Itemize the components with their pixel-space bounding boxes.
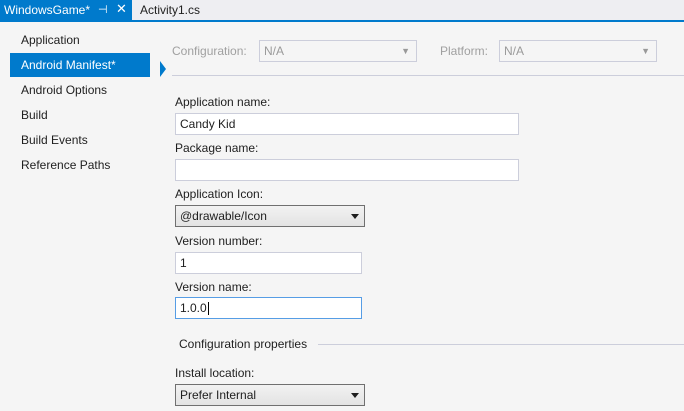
divider <box>172 75 684 76</box>
app-icon-label: Application Icon: <box>175 187 264 201</box>
sidebar-item-build[interactable]: Build <box>10 103 150 127</box>
version-number-input[interactable]: 1 <box>175 252 362 274</box>
sidebar-item-label: Android Options <box>21 83 108 97</box>
text-caret <box>207 302 209 316</box>
install-location-select[interactable]: Prefer Internal <box>175 384 365 406</box>
version-number-label: Version number: <box>175 234 263 248</box>
sidebar-item-label: Android Manifest* <box>21 58 116 72</box>
configuration-label: Configuration: <box>172 44 247 58</box>
platform-label: Platform: <box>440 44 489 58</box>
app-icon-value: @drawable/Icon <box>180 209 267 223</box>
chevron-down-icon <box>351 214 359 219</box>
sidebar-item-reference-paths[interactable]: Reference Paths <box>10 153 150 177</box>
install-location-value: Prefer Internal <box>180 388 257 402</box>
platform-value: N/A <box>504 44 525 58</box>
tab-activity1-label: Activity1.cs <box>140 3 201 17</box>
app-name-value: Candy Kid <box>180 117 236 131</box>
tab-windowsgame-label: WindowsGame* <box>4 3 91 17</box>
app-icon-select[interactable]: @drawable/Icon <box>175 205 365 227</box>
app-name-label: Application name: <box>175 95 271 109</box>
platform-select: N/A ▼ <box>499 40 657 62</box>
tab-activity1[interactable]: Activity1.cs <box>136 0 204 20</box>
selection-arrow-icon <box>160 61 166 77</box>
chevron-down-icon <box>351 393 359 398</box>
pin-icon[interactable]: ⊣ <box>98 3 108 16</box>
version-number-value: 1 <box>180 256 187 270</box>
tab-windowsgame[interactable]: WindowsGame* ⊣ ✕ <box>0 0 132 20</box>
sidebar-item-application[interactable]: Application <box>10 28 150 52</box>
document-tab-strip: WindowsGame* ⊣ ✕ Activity1.cs <box>0 0 684 22</box>
package-name-label: Package name: <box>175 141 259 155</box>
config-properties-title: Configuration properties <box>179 337 308 351</box>
sidebar-item-label: Build Events <box>21 133 88 147</box>
sidebar-item-android-manifest[interactable]: Android Manifest* <box>10 53 166 77</box>
configuration-value: N/A <box>264 44 285 58</box>
sidebar-item-label: Reference Paths <box>21 158 111 172</box>
sidebar-item-label: Build <box>21 108 48 122</box>
configuration-select: N/A ▼ <box>259 40 417 62</box>
close-icon[interactable]: ✕ <box>116 1 127 17</box>
app-name-input[interactable]: Candy Kid <box>175 113 519 135</box>
chevron-down-icon: ▼ <box>641 46 650 56</box>
version-name-label: Version name: <box>175 280 252 294</box>
project-properties-sidebar: Application Android Manifest* Android Op… <box>0 22 166 411</box>
chevron-down-icon: ▼ <box>401 46 410 56</box>
version-name-value: 1.0.0 <box>180 301 207 315</box>
install-location-label: Install location: <box>175 366 255 380</box>
package-name-input[interactable] <box>175 159 519 181</box>
sidebar-item-build-events[interactable]: Build Events <box>10 128 150 152</box>
sidebar-item-label: Application <box>21 33 80 47</box>
sidebar-item-android-options[interactable]: Android Options <box>10 78 150 102</box>
group-divider <box>318 344 684 345</box>
version-name-input[interactable]: 1.0.0 <box>175 297 362 319</box>
